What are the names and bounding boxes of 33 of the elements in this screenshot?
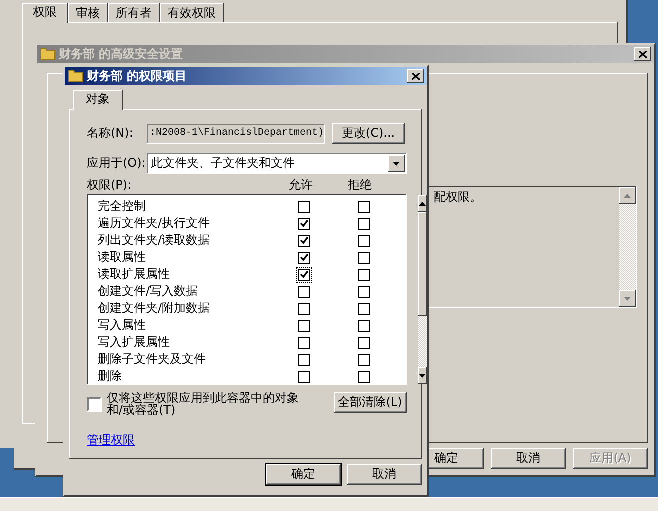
permission-name: 读取属性 <box>98 249 147 266</box>
column-header: 允许 <box>289 176 314 194</box>
dialog-button[interactable]: 取消 <box>347 464 422 485</box>
apply-to-dropdown[interactable]: 此文件夹、子文件夹和文件 <box>147 153 407 174</box>
permission-name: 创建文件/写入数据 <box>98 283 200 300</box>
tab[interactable]: 所有者 <box>108 3 160 22</box>
permission-name: 删除子文件夹及文件 <box>98 351 207 368</box>
checkbox-label: 仅将这些权限应用到此容器中的对象和/或容器(T) <box>106 392 300 416</box>
permission-name: 写入属性 <box>98 317 147 334</box>
permissions-label: 权限(P): <box>87 176 133 194</box>
tab[interactable]: 审核 <box>68 3 108 22</box>
name-field[interactable]: :N2008-1\FinancislDepartment) <box>147 124 325 144</box>
permission-name: 写入扩展属性 <box>98 334 171 351</box>
tab[interactable]: 有效权限 <box>160 3 224 22</box>
permission-name: 列出文件夹/读取数据 <box>98 232 212 249</box>
manage-permissions-link[interactable]: 管理权限 <box>87 432 135 449</box>
dialog-button[interactable]: 确定 <box>266 464 341 485</box>
permission-name: 遍历文件夹/执行文件 <box>98 215 212 232</box>
apply-to-label: 应用于(O): <box>87 155 147 172</box>
permission-name: 完全控制 <box>98 198 147 215</box>
name-label: 名称(N): <box>87 125 134 142</box>
tab[interactable]: 对象 <box>73 90 123 110</box>
change-button[interactable]: 更改(C)... <box>332 123 405 144</box>
clear-all-button[interactable]: 全部清除(L) <box>334 392 407 413</box>
dialog-button[interactable]: 取消 <box>491 448 566 469</box>
window-title: 财务部 的权限项目 <box>87 68 188 84</box>
tab[interactable]: 权限 <box>22 3 68 23</box>
description-text: 配权限。 <box>433 189 482 203</box>
window-title: 财务部 的高级安全设置 <box>59 46 184 62</box>
column-header: 拒绝 <box>348 176 374 194</box>
permission-name: 读取扩展属性 <box>98 266 171 283</box>
permission-name: 创建文件夹/附加数据 <box>98 300 212 317</box>
permission-name: 删除 <box>98 368 123 385</box>
